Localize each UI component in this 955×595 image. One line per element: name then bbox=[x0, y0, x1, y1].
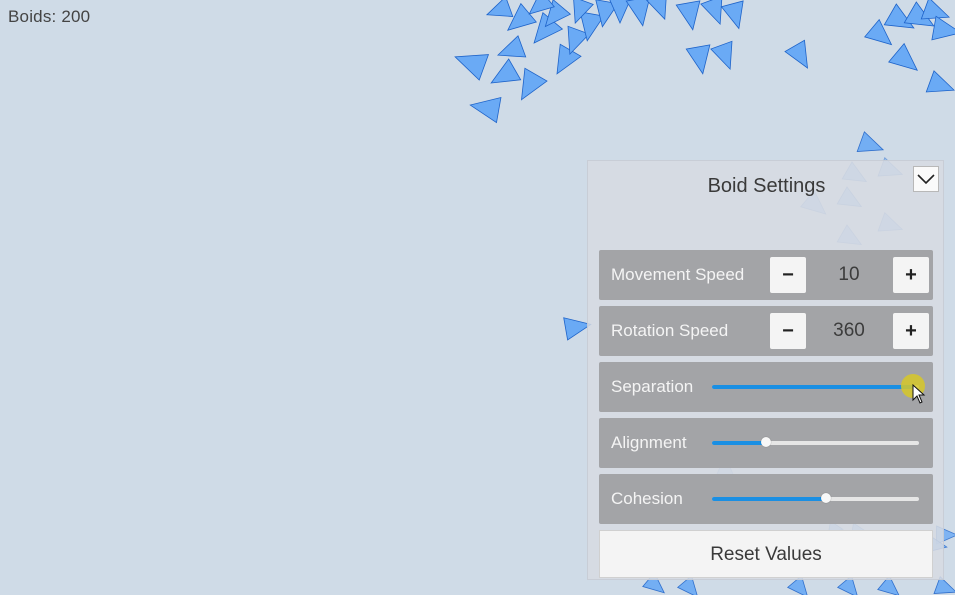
boid bbox=[675, 0, 701, 31]
boid-counter: Boids: 200 bbox=[8, 7, 91, 26]
boid bbox=[646, 0, 667, 21]
separation-slider[interactable] bbox=[712, 374, 925, 398]
boid bbox=[490, 58, 522, 84]
movement-speed-value: 10 bbox=[838, 264, 860, 285]
cohesion-row: Cohesion bbox=[599, 474, 933, 524]
rotation-speed-value: 360 bbox=[833, 320, 865, 341]
boid bbox=[556, 43, 582, 75]
reset-values-button[interactable]: Reset Values bbox=[599, 530, 933, 578]
collapse-button[interactable] bbox=[913, 166, 939, 192]
mouse-cursor-icon bbox=[912, 384, 926, 404]
alignment-slider-fill bbox=[712, 441, 766, 445]
boid bbox=[888, 42, 919, 71]
boid bbox=[931, 15, 955, 41]
cohesion-slider[interactable] bbox=[712, 493, 919, 503]
cohesion-slider-thumb[interactable] bbox=[820, 493, 831, 503]
separation-slider-fill bbox=[712, 385, 913, 389]
chevron-down-icon bbox=[917, 174, 935, 185]
boid bbox=[720, 0, 744, 30]
boid bbox=[469, 96, 502, 124]
boid bbox=[784, 39, 808, 69]
boid bbox=[700, 0, 723, 26]
rotation-speed-row: Rotation Speed − 360 + bbox=[599, 306, 933, 356]
movement-speed-decrement-button[interactable]: − bbox=[770, 257, 806, 293]
alignment-slider[interactable] bbox=[712, 437, 919, 447]
cohesion-label: Cohesion bbox=[611, 489, 683, 508]
rotation-speed-increment-button[interactable]: + bbox=[893, 313, 929, 349]
movement-speed-label: Movement Speed bbox=[611, 265, 745, 284]
boid bbox=[454, 54, 490, 81]
cohesion-slider-fill bbox=[712, 497, 826, 501]
rotation-speed-label: Rotation Speed bbox=[611, 321, 729, 340]
alignment-label: Alignment bbox=[611, 433, 687, 452]
boid bbox=[485, 0, 514, 17]
boid bbox=[925, 70, 955, 93]
movement-speed-row: Movement Speed − 10 + bbox=[599, 250, 933, 300]
alignment-row: Alignment bbox=[599, 418, 933, 468]
separation-row: Separation bbox=[599, 362, 933, 412]
boid bbox=[685, 44, 711, 75]
separation-label: Separation bbox=[611, 377, 694, 396]
movement-speed-increment-button[interactable]: + bbox=[893, 257, 929, 293]
alignment-slider-thumb[interactable] bbox=[760, 437, 771, 447]
boid bbox=[856, 131, 885, 152]
panel-title: Boid Settings bbox=[707, 175, 826, 197]
boid bbox=[710, 40, 733, 71]
rotation-speed-decrement-button[interactable]: − bbox=[770, 313, 806, 349]
